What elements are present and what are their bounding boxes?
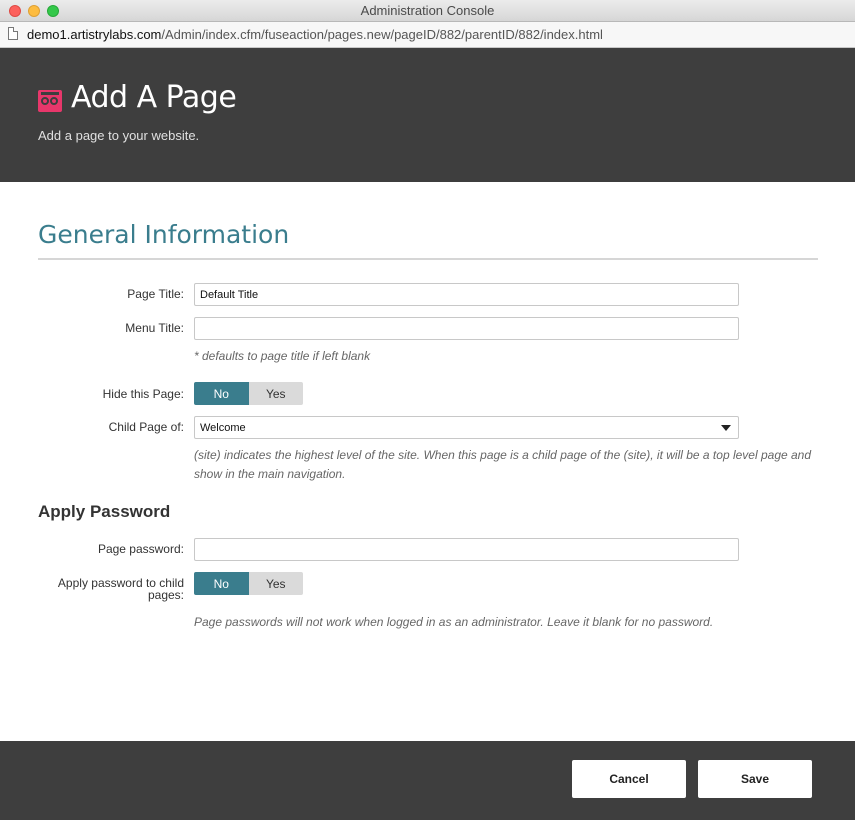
hide-page-label: Hide this Page: [102, 387, 184, 401]
menu-title-input[interactable] [194, 317, 739, 340]
menu-title-label: Menu Title: [125, 321, 184, 335]
apply-password-heading: Apply Password [38, 502, 171, 521]
page-password-hint: Page passwords will not work when logged… [194, 615, 714, 629]
page-password-label: Page password: [97, 542, 184, 556]
child-page-label: Child Page of: [108, 420, 184, 434]
address-bar[interactable]: demo1.artistrylabs.com/Admin/index.cfm/f… [0, 22, 855, 48]
child-page-hint: (site) indicates the highest level of th… [194, 448, 812, 481]
save-button[interactable]: Save [698, 760, 812, 798]
url-host: demo1.artistrylabs.com [27, 27, 162, 42]
document-icon [8, 27, 18, 40]
hide-page-toggle[interactable]: No Yes [194, 382, 303, 405]
general-information-heading: General Information [38, 220, 290, 249]
cancel-button[interactable]: Cancel [572, 760, 686, 798]
url-text[interactable]: demo1.artistrylabs.com/Admin/index.cfm/f… [27, 27, 603, 42]
section-divider [38, 258, 818, 260]
child-page-select[interactable]: Welcome [194, 416, 739, 439]
page-title-label: Page Title: [127, 287, 184, 301]
menu-title-hint: * defaults to page title if left blank [194, 349, 371, 363]
page-footer: Cancel Save [0, 741, 855, 820]
url-path: /Admin/index.cfm/fuseaction/pages.new/pa… [161, 27, 603, 42]
page-password-input[interactable] [194, 538, 739, 561]
hide-page-no-option[interactable]: No [194, 382, 249, 405]
chevron-down-icon [721, 425, 731, 431]
page-subtitle: Add a page to your website. [38, 128, 200, 143]
apply-password-child-label: Apply password to child pages: [57, 576, 184, 602]
page-title-input[interactable] [194, 283, 739, 306]
child-page-selected-value: Welcome [200, 422, 246, 434]
page-header: Add A Page Add a page to your website. [0, 48, 855, 182]
apply-password-no-option[interactable]: No [194, 572, 249, 595]
apply-password-yes-option[interactable]: Yes [248, 572, 303, 595]
window-title: Administration Console [360, 3, 495, 18]
hide-page-yes-option[interactable]: Yes [248, 382, 303, 405]
page-title: Add A Page [71, 80, 237, 115]
apply-password-child-toggle[interactable]: No Yes [194, 572, 303, 595]
window-titlebar: Administration Console [0, 0, 855, 22]
brand-logo-icon [38, 90, 62, 112]
